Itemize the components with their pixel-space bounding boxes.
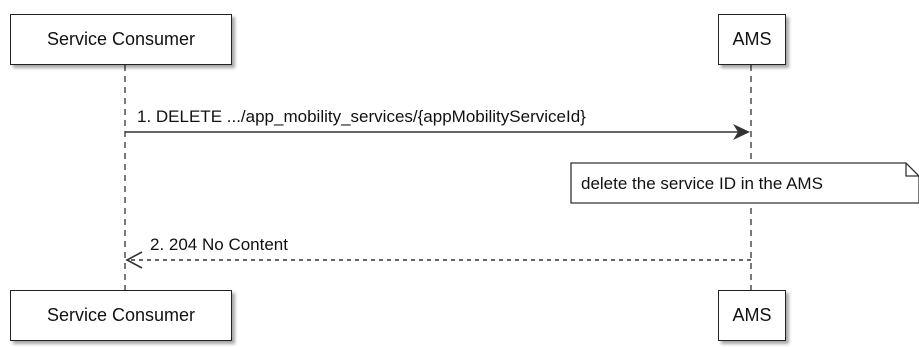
participant-consumer-top-label: Service Consumer	[46, 29, 196, 49]
participant-consumer-top: Service Consumer	[10, 14, 232, 65]
participant-consumer-bottom: Service Consumer	[10, 290, 232, 341]
message-2-label: 2. 204 No Content	[150, 235, 288, 254]
participant-ams-top-label: AMS	[732, 29, 772, 49]
participant-ams-bottom-label: AMS	[732, 305, 772, 325]
participant-consumer-bottom-label: Service Consumer	[46, 305, 196, 325]
note-text: delete the service ID in the AMS	[581, 174, 823, 193]
participant-ams-bottom: AMS	[718, 290, 786, 341]
participant-ams-top: AMS	[718, 14, 786, 65]
message-1-label: 1. DELETE .../app_mobility_services/{app…	[137, 107, 586, 126]
